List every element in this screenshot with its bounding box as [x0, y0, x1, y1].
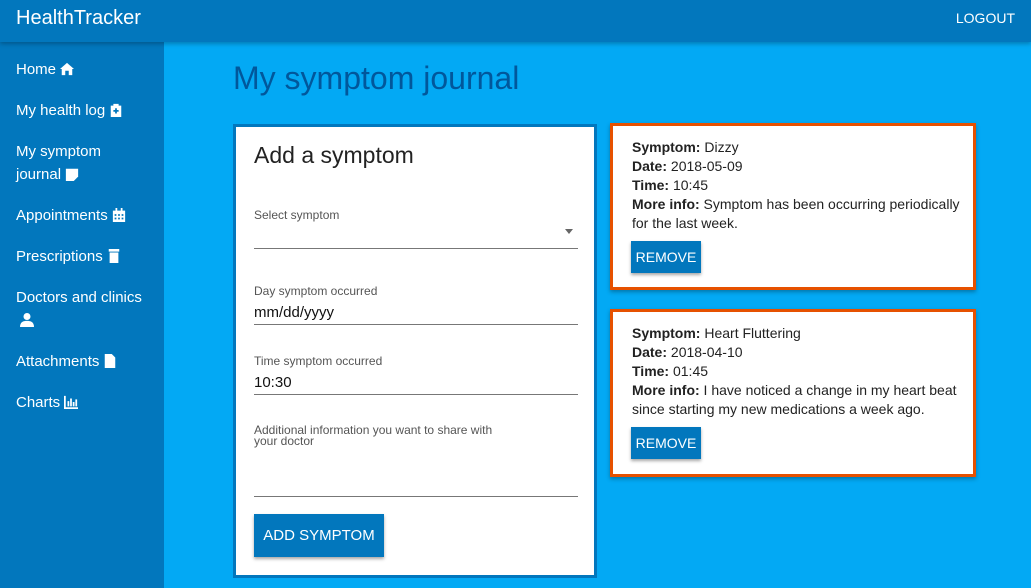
time-field[interactable]: Time symptom occurred 10:30 — [254, 355, 578, 395]
entry-time-key: Time: — [632, 177, 670, 193]
sidebar-item-health-log[interactable]: My health log — [16, 99, 146, 122]
page-title: My symptom journal — [233, 60, 520, 96]
symptom-entry-card: Symptom: Heart Fluttering Date: 2018-04-… — [610, 309, 976, 477]
entry-time: Time: 10:45 — [632, 176, 962, 195]
info-textarea-label: Additional information you want to share… — [254, 423, 493, 448]
chevron-down-icon — [565, 229, 573, 234]
symptom-entry-details: Symptom: Heart Fluttering Date: 2018-04-… — [632, 324, 962, 419]
entry-date-value: 2018-05-09 — [670, 158, 743, 174]
entry-symptom: Symptom: Heart Fluttering — [632, 324, 962, 343]
entry-symptom-key: Symptom: — [632, 325, 701, 341]
entry-time-value: 01:45 — [672, 363, 709, 379]
app-bar: HealthTracker LOGOUT — [0, 0, 1031, 42]
sidebar-item-label: Appointments — [16, 207, 108, 224]
home-icon — [60, 62, 75, 76]
note-icon — [65, 168, 79, 181]
sidebar-item-attachments[interactable]: Attachments — [16, 350, 146, 373]
time-field-value: 10:30 — [254, 374, 292, 391]
symptom-select-label: Select symptom — [254, 208, 340, 222]
symptom-select[interactable]: Select symptom — [254, 209, 578, 249]
symptom-entry-details: Symptom: Dizzy Date: 2018-05-09 Time: 10… — [632, 138, 962, 233]
bar-chart-icon — [64, 395, 79, 409]
app-title[interactable]: HealthTracker — [16, 7, 141, 30]
entry-symptom-key: Symptom: — [632, 139, 701, 155]
add-symptom-form: Add a symptom Select symptom Day symptom… — [233, 124, 597, 578]
sidebar-item-home[interactable]: Home — [16, 58, 146, 81]
prescription-icon — [108, 249, 119, 263]
sidebar-item-label: Attachments — [16, 353, 100, 370]
entry-info-key: More info: — [632, 382, 700, 398]
sidebar-item-appointments[interactable]: Appointments — [16, 204, 146, 227]
add-symptom-button[interactable]: ADD SYMPTOM — [254, 514, 384, 557]
clipboard-plus-icon — [110, 103, 122, 117]
entry-date-value: 2018-04-10 — [670, 344, 743, 360]
calendar-icon — [112, 208, 125, 222]
day-field-label: Day symptom occurred — [254, 284, 378, 298]
entry-date-key: Date: — [632, 344, 668, 360]
sidebar-item-prescriptions[interactable]: Prescriptions — [16, 245, 146, 268]
time-field-label: Time symptom occurred — [254, 354, 383, 368]
entry-date-key: Date: — [632, 158, 668, 174]
sidebar-item-label: My health log — [16, 102, 106, 119]
sidebar-item-label: Doctors and clinics — [16, 289, 142, 306]
remove-button[interactable]: REMOVE — [631, 241, 701, 273]
entry-symptom-value: Heart Fluttering — [704, 325, 801, 341]
logout-button[interactable]: LOGOUT — [956, 10, 1015, 26]
symptom-entry-card: Symptom: Dizzy Date: 2018-05-09 Time: 10… — [610, 123, 976, 290]
sidebar: Home My health log My symptom journal Ap… — [0, 42, 164, 588]
sidebar-item-charts[interactable]: Charts — [16, 391, 146, 414]
form-title: Add a symptom — [254, 142, 414, 168]
entry-symptom-value: Dizzy — [704, 139, 739, 155]
info-textarea[interactable]: Additional information you want to share… — [254, 423, 578, 497]
sidebar-item-label: My symptom journal — [16, 143, 102, 183]
entry-date: Date: 2018-04-10 — [632, 343, 962, 362]
entry-time-value: 10:45 — [672, 177, 709, 193]
sidebar-item-label: Charts — [16, 394, 61, 411]
entry-info-key: More info: — [632, 196, 700, 212]
file-icon — [105, 354, 116, 368]
sidebar-item-label: Prescriptions — [16, 248, 103, 265]
entry-date: Date: 2018-05-09 — [632, 157, 962, 176]
day-field[interactable]: Day symptom occurred mm/dd/yyyy — [254, 285, 578, 325]
sidebar-item-label: Home — [16, 61, 57, 78]
sidebar-item-doctors[interactable]: Doctors and clinics — [16, 286, 146, 332]
entry-symptom: Symptom: Dizzy — [632, 138, 962, 157]
entry-info: More info: Symptom has been occurring pe… — [632, 195, 962, 233]
entry-info: More info: I have noticed a change in my… — [632, 381, 962, 419]
entry-time-key: Time: — [632, 363, 670, 379]
remove-button[interactable]: REMOVE — [631, 427, 701, 459]
entry-time: Time: 01:45 — [632, 362, 962, 381]
day-field-value: mm/dd/yyyy — [254, 304, 335, 321]
sidebar-item-symptom-journal[interactable]: My symptom journal — [16, 140, 146, 186]
doctor-icon — [20, 313, 34, 327]
